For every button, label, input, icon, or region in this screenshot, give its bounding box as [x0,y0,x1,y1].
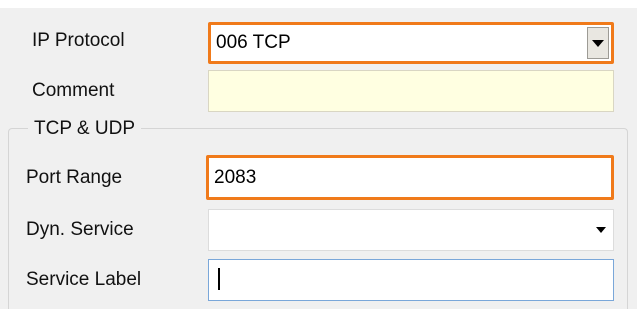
service-label-field[interactable] [208,259,614,301]
service-label-label: Service Label [26,269,142,290]
dyn-service-label: Dyn. Service [26,219,134,240]
port-range-label: Port Range [26,167,123,188]
text-cursor [218,268,220,290]
port-range-value: 2083 [214,166,257,188]
chevron-down-icon [596,227,606,233]
comment-field[interactable] [208,70,614,112]
window-title-clip [0,0,637,8]
chevron-down-icon [592,39,604,47]
ip-protocol-select[interactable]: 006 TCP [208,22,614,64]
tcp-udp-group-title: TCP & UDP [28,118,142,140]
dyn-service-dropdown-button[interactable] [589,210,613,250]
ip-protocol-label: IP Protocol [32,30,125,51]
dyn-service-select[interactable] [208,209,614,251]
ip-protocol-dropdown-button[interactable] [587,27,609,59]
port-range-field[interactable]: 2083 [206,155,614,200]
comment-label: Comment [32,80,115,101]
ip-protocol-value: 006 TCP [216,32,291,53]
